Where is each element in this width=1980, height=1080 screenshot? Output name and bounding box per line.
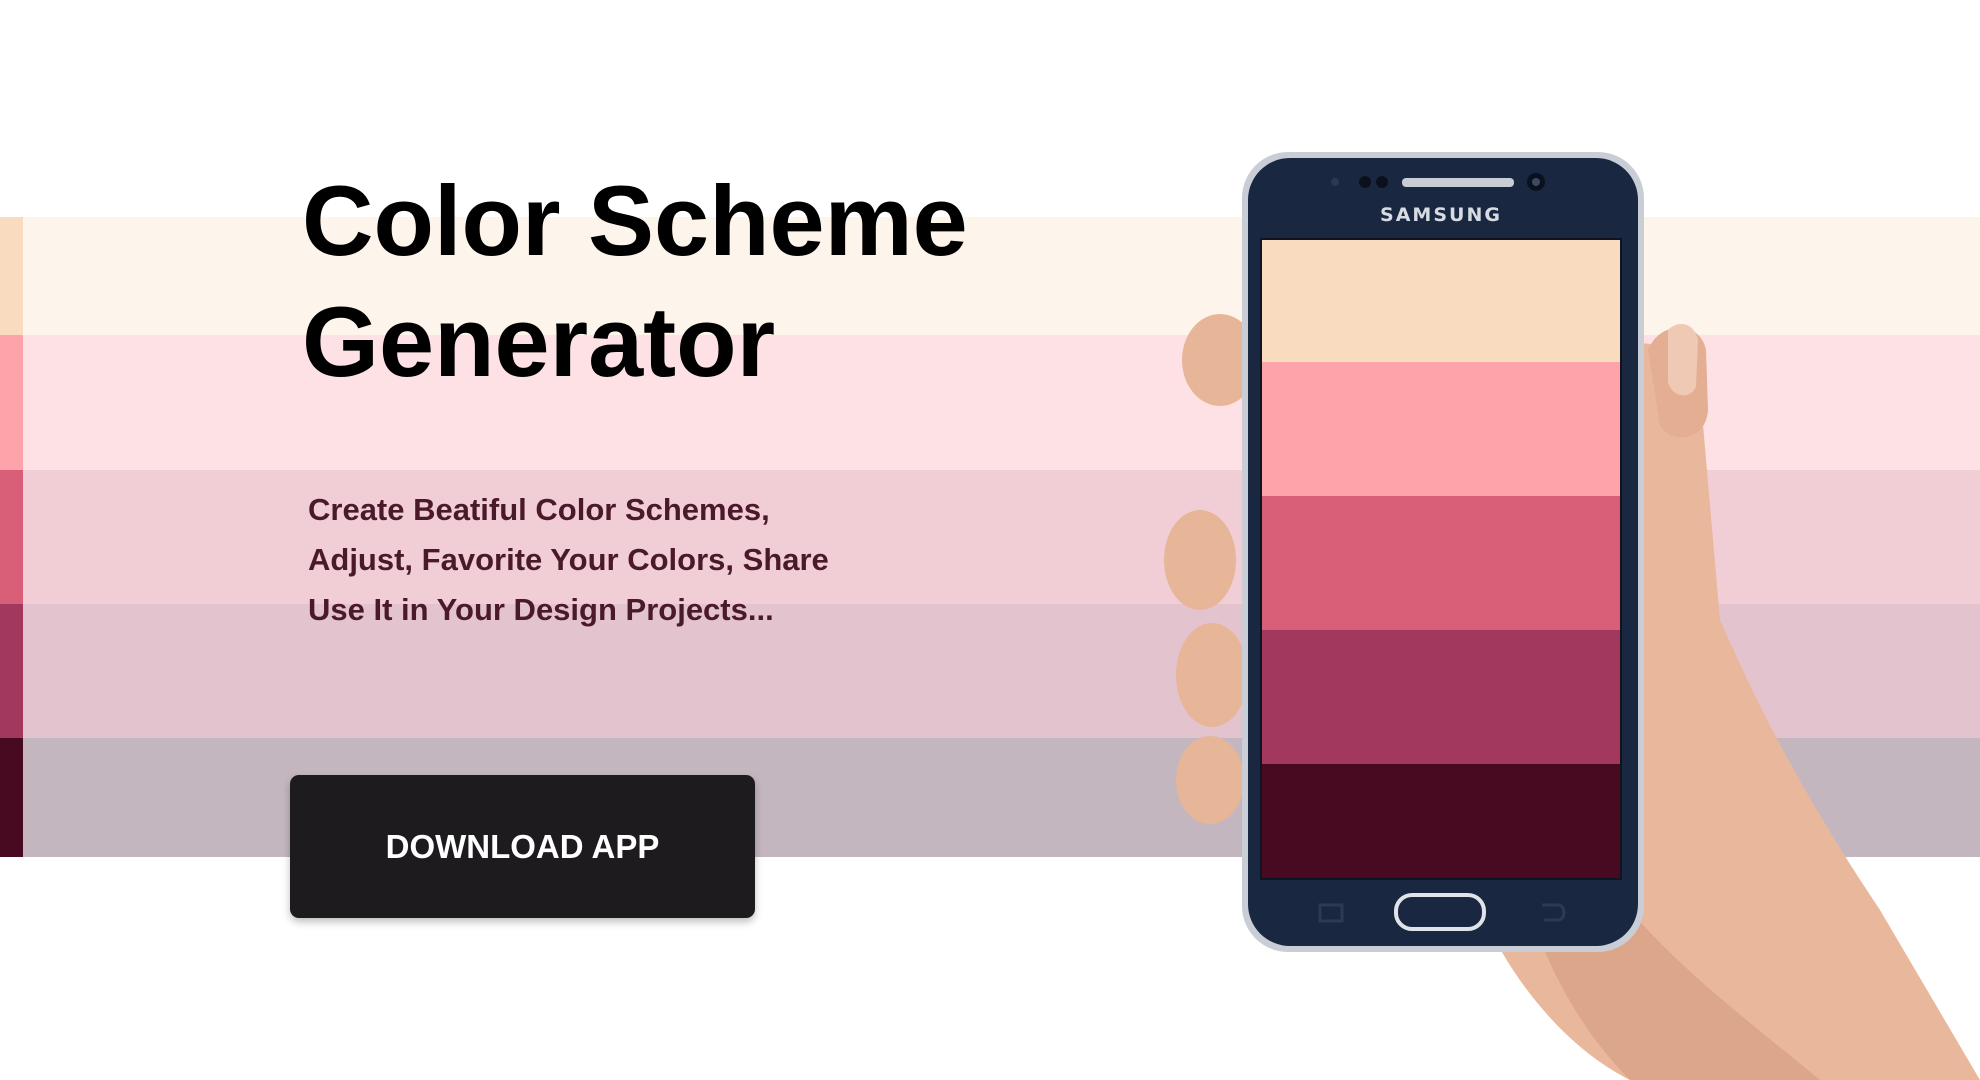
phone-mockup: SAMSUNG (1160, 150, 1980, 1080)
palette-swatch-3 (0, 470, 23, 604)
screen-color-2 (1262, 362, 1620, 496)
subtitle-line-3: Use It in Your Design Projects... (308, 592, 774, 627)
palette-swatch-1 (0, 217, 23, 335)
screen-color-3 (1262, 496, 1620, 630)
hero-subtitle: Create Beatiful Color Schemes, Adjust, F… (308, 485, 868, 635)
screen-color-5 (1262, 764, 1620, 878)
subtitle-line-2: Adjust, Favorite Your Colors, Share (308, 542, 829, 577)
screen-color-4 (1262, 630, 1620, 764)
phone-brand-label: SAMSUNG (1380, 204, 1502, 226)
palette-swatch-2 (0, 335, 23, 470)
page-title: Color Scheme Generator (302, 165, 968, 397)
screen-color-1 (1262, 240, 1620, 362)
palette-swatch-4 (0, 604, 23, 738)
palette-swatch-5 (0, 738, 23, 857)
download-app-button[interactable]: DOWNLOAD APP (290, 775, 755, 918)
subtitle-line-1: Create Beatiful Color Schemes, (308, 492, 770, 527)
phone-screen (1260, 238, 1622, 880)
